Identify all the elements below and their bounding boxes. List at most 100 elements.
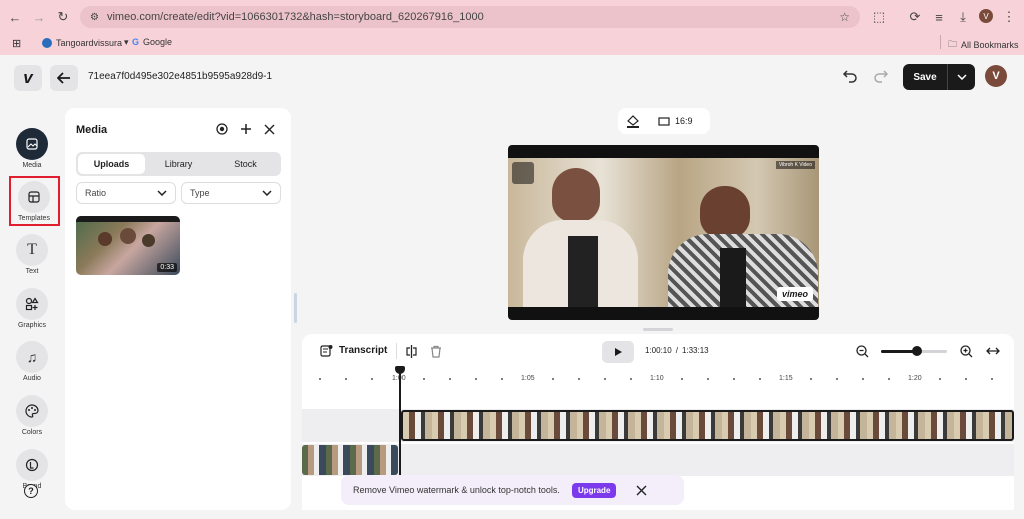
person-thumb xyxy=(120,228,136,244)
save-button[interactable]: Save xyxy=(903,64,947,90)
close-panel-button[interactable] xyxy=(264,124,275,135)
panel-title: Media xyxy=(76,124,108,136)
close-banner-button[interactable] xyxy=(636,485,647,496)
rail-media[interactable]: Media xyxy=(9,128,55,169)
bookmark-tangoardvissura[interactable]: Tangoardvissura ▾ xyxy=(42,37,129,48)
person-1-shirt xyxy=(568,236,598,307)
delete-button[interactable] xyxy=(430,345,442,358)
person-thumb xyxy=(142,234,155,247)
channel-badge: Vibroh K Video xyxy=(775,161,815,169)
browser-toolbar: ← → ↻ ⚙ vimeo.com/create/edit?vid=106630… xyxy=(0,0,1024,33)
type-dropdown[interactable]: Type xyxy=(181,182,281,204)
record-button[interactable] xyxy=(216,123,228,135)
media-control-icon[interactable]: ≡ xyxy=(930,8,948,26)
avatar[interactable]: V xyxy=(985,65,1007,87)
play-button[interactable] xyxy=(602,341,634,363)
person-2-shirt xyxy=(720,248,746,307)
redo-icon xyxy=(874,70,889,83)
vimeo-logo[interactable]: v xyxy=(14,65,42,91)
current-time: 1:00:10 xyxy=(645,346,672,355)
divider xyxy=(940,35,941,49)
person-2-head xyxy=(700,186,750,238)
all-bookmarks[interactable]: 🗀 All Bookmarks xyxy=(948,37,1019,53)
video-preview[interactable]: Vibroh K Video vimeo xyxy=(508,145,819,320)
expand-horizontal-icon xyxy=(986,347,1000,355)
tab-stock[interactable]: Stock xyxy=(212,154,279,174)
total-time: 1:33:13 xyxy=(681,346,709,355)
wordpress-icon xyxy=(42,37,52,48)
ratio-dropdown[interactable]: Ratio xyxy=(76,182,176,204)
tab-library[interactable]: Library xyxy=(145,154,212,174)
zoom-out-icon xyxy=(856,345,869,358)
templates-icon xyxy=(18,181,50,213)
download-icon[interactable]: ⤓ xyxy=(954,8,972,26)
tick-label: 1:15 xyxy=(779,375,793,382)
preview-resize-handle[interactable] xyxy=(643,328,673,331)
rail-audio[interactable]: ♫ Audio xyxy=(9,341,55,382)
rail-templates[interactable]: Templates xyxy=(11,181,57,222)
undo-button[interactable] xyxy=(842,68,858,84)
upgrade-button[interactable]: Upgrade xyxy=(571,482,617,498)
extensions-icon[interactable]: ⬚ xyxy=(870,8,888,26)
media-tabs: Uploads Library Stock xyxy=(76,152,281,176)
vimeo-watermark: vimeo xyxy=(776,287,813,301)
time-display: 1:00:10 / 1:33:13 xyxy=(645,346,709,355)
star-icon[interactable]: ☆ xyxy=(839,10,850,24)
paint-bucket-icon xyxy=(627,115,639,128)
chevron-down-icon xyxy=(157,190,167,196)
menu-dots-icon[interactable]: ⋮ xyxy=(1000,8,1018,26)
bookmarks-bar: ⊞ Tangoardvissura ▾ G Google 🗀 All Bookma… xyxy=(0,33,1024,55)
divider xyxy=(396,343,397,359)
google-icon: G xyxy=(132,37,140,47)
canvas-toolbar: 16:9 xyxy=(618,108,710,134)
back-button[interactable] xyxy=(50,65,78,91)
reload-icon[interactable]: ↻ xyxy=(54,8,72,26)
zoom-in-icon xyxy=(960,345,973,358)
tick-label: 1:05 xyxy=(521,375,535,382)
folder-icon: 🗀 xyxy=(948,39,958,49)
playhead-line[interactable] xyxy=(399,368,401,476)
tab-uploads[interactable]: Uploads xyxy=(78,154,145,174)
close-icon xyxy=(264,124,275,135)
secondary-clip[interactable] xyxy=(302,445,398,475)
text-icon: T xyxy=(16,234,48,266)
rail-colors[interactable]: Colors xyxy=(9,395,55,436)
media-thumbnail[interactable]: 0:33 xyxy=(76,216,180,275)
person-1-head xyxy=(552,168,600,222)
profile-avatar[interactable]: V xyxy=(979,9,993,23)
back-arrow-icon xyxy=(57,72,70,84)
fit-timeline-button[interactable] xyxy=(986,345,1000,357)
address-bar[interactable]: ⚙ vimeo.com/create/edit?vid=1066301732&h… xyxy=(80,6,860,28)
upgrade-banner: Remove Vimeo watermark & unlock top-notc… xyxy=(341,475,684,505)
channel-logo xyxy=(512,162,534,184)
brand-icon xyxy=(16,449,48,481)
zoom-slider[interactable] xyxy=(881,346,947,356)
zoom-out-button[interactable] xyxy=(856,345,869,358)
rail-text[interactable]: T Text xyxy=(9,234,55,275)
rail-graphics[interactable]: Graphics xyxy=(9,288,55,329)
panel-resize-handle[interactable] xyxy=(294,293,297,323)
sync-icon[interactable]: ⟳ xyxy=(906,8,924,26)
main-video-clip[interactable] xyxy=(401,410,1014,441)
save-options-button[interactable] xyxy=(948,64,975,90)
transcript-button[interactable]: Transcript xyxy=(320,344,387,357)
aspect-ratio-button[interactable]: 16:9 xyxy=(658,116,693,126)
tick-label: 1:10 xyxy=(650,375,664,382)
apps-grid-icon[interactable]: ⊞ xyxy=(12,37,21,50)
url-text: vimeo.com/create/edit?vid=1066301732&has… xyxy=(106,11,484,23)
project-title[interactable]: 71eea7f0d495e302e4851b9595a928d9-1 xyxy=(88,71,272,82)
split-button[interactable] xyxy=(405,345,418,358)
redo-button[interactable] xyxy=(873,68,889,84)
bookmark-google[interactable]: G Google xyxy=(132,37,172,47)
help-icon[interactable]: ? xyxy=(24,484,38,498)
video-frame-image: Vibroh K Video vimeo xyxy=(508,158,819,307)
zoom-in-button[interactable] xyxy=(960,345,973,358)
overlay-track xyxy=(302,444,1014,476)
site-info-icon[interactable]: ⚙ xyxy=(90,12,99,23)
undo-icon xyxy=(842,70,857,83)
time-separator: / xyxy=(675,346,678,355)
forward-arrow-icon[interactable]: → xyxy=(30,8,48,26)
background-fill-button[interactable] xyxy=(626,114,640,128)
back-arrow-icon[interactable]: ← xyxy=(6,8,24,26)
add-media-button[interactable] xyxy=(240,123,252,135)
